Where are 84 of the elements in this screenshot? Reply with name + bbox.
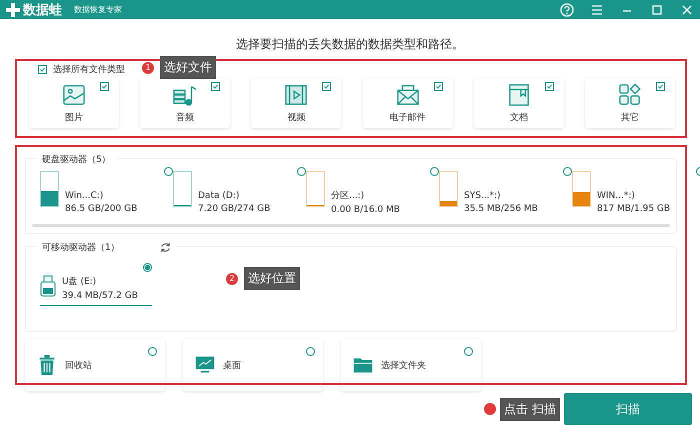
drive-name: WIN...*:) <box>597 190 636 200</box>
location-label: 选择文件夹 <box>381 360 426 372</box>
checkbox[interactable] <box>322 82 332 91</box>
file-type-card[interactable]: 电子邮件 <box>362 78 453 128</box>
drive-icon <box>439 171 458 207</box>
checkbox[interactable] <box>38 65 47 74</box>
file-type-card[interactable]: 其它 <box>584 78 675 128</box>
file-type-card[interactable]: 视频 <box>251 78 342 128</box>
radio-button[interactable] <box>143 263 152 272</box>
checkbox[interactable] <box>434 82 443 91</box>
drive-name: Data (D:) <box>198 190 240 200</box>
section-title: 硬盘驱动器（5） <box>42 154 111 166</box>
file-type-label: 文档 <box>510 112 528 124</box>
radio-button[interactable] <box>164 167 173 176</box>
refresh-icon[interactable] <box>160 242 171 253</box>
file-type-label: 电子邮件 <box>390 112 426 124</box>
drive-item[interactable]: Win...C:) 86.5 GB/200 GB <box>40 171 173 233</box>
trash-icon <box>37 355 57 375</box>
file-type-label: 视频 <box>287 112 306 124</box>
drive-name: U盘 (E:) <box>62 276 98 288</box>
document-icon <box>506 82 531 106</box>
drive-usage: 0.00 B/16.0 MB <box>331 205 400 215</box>
maximize-icon[interactable] <box>650 2 664 16</box>
scan-button[interactable]: 扫描 <box>564 393 692 425</box>
radio-button[interactable] <box>430 167 439 176</box>
drive-usage: 39.4 MB/57.2 GB <box>62 291 138 301</box>
location-card[interactable]: 回收站 <box>25 339 165 391</box>
drive-usage: 86.5 GB/200 GB <box>65 204 138 214</box>
video-icon <box>284 82 308 106</box>
close-icon[interactable] <box>680 2 694 16</box>
file-type-label: 图片 <box>65 112 83 124</box>
drive-usage: 817 MB/1.95 GB <box>597 204 670 214</box>
annotation-label: 选好位置 <box>244 267 300 290</box>
drive-item[interactable]: WIN...*:) 817 MB/1.95 GB <box>572 171 700 233</box>
step-marker <box>484 403 496 415</box>
scrollbar[interactable] <box>32 224 670 227</box>
drive-icon <box>40 171 59 207</box>
menu-icon[interactable] <box>590 2 604 16</box>
file-type-card[interactable]: 音频 <box>140 78 230 128</box>
radio-button[interactable] <box>297 167 306 176</box>
location-label: 桌面 <box>223 360 241 372</box>
drive-icon <box>306 171 325 207</box>
checkbox[interactable] <box>100 82 109 91</box>
file-type-label: 其它 <box>620 112 639 124</box>
step-number: 2 <box>226 272 238 284</box>
drive-item[interactable]: Data (D:) 7.20 GB/274 GB <box>173 171 306 233</box>
drive-name: SYS...*:) <box>464 190 502 200</box>
radio-button[interactable] <box>148 347 157 356</box>
location-card[interactable]: 选择文件夹 <box>341 339 481 391</box>
monitor-icon <box>195 355 215 375</box>
usb-drive-icon <box>40 275 56 297</box>
app-name: 数据蛙 <box>23 2 62 18</box>
drive-usage: 35.5 MB/256 MB <box>464 204 538 214</box>
instruction-heading: 选择要扫描的丢失数据的数据类型和路径。 <box>235 36 465 53</box>
select-all-label: 选择所有文件类型 <box>53 64 125 76</box>
drive-name: Win...C:) <box>65 190 104 200</box>
email-icon <box>396 82 420 106</box>
annotation-label: 点击 扫描 <box>500 398 560 420</box>
drive-name: 分区...:) <box>331 190 366 202</box>
step-number: 1 <box>142 62 154 74</box>
drive-item[interactable]: U盘 (E:) 39.4 MB/57.2 GB <box>40 263 152 306</box>
file-type-label: 音频 <box>176 112 194 124</box>
checkbox[interactable] <box>211 82 220 91</box>
app-subtitle: 数据恢复专家 <box>74 4 122 15</box>
location-card[interactable]: 桌面 <box>183 339 323 391</box>
file-type-card[interactable]: 图片 <box>29 78 119 128</box>
picture-icon <box>62 82 86 106</box>
other-icon <box>618 82 642 106</box>
drive-item[interactable]: SYS...*:) 35.5 MB/256 MB <box>439 171 572 233</box>
section-title: 可移动驱动器（1） <box>42 242 120 254</box>
drive-usage: 7.20 GB/274 GB <box>198 204 270 214</box>
drive-icon <box>173 171 192 207</box>
radio-button[interactable] <box>464 347 473 356</box>
checkbox[interactable] <box>544 82 554 91</box>
location-label: 回收站 <box>65 360 92 372</box>
drive-item[interactable]: 分区...:) 0.00 B/16.0 MB <box>306 171 439 233</box>
radio-button[interactable] <box>306 347 315 356</box>
help-icon[interactable] <box>560 2 574 16</box>
cross-logo-icon <box>6 2 20 16</box>
file-type-card[interactable]: 文档 <box>474 78 564 128</box>
checkbox[interactable] <box>656 82 665 91</box>
annotation-label: 选好文件 <box>160 56 216 79</box>
drive-icon <box>572 171 591 207</box>
radio-button[interactable] <box>563 167 572 176</box>
